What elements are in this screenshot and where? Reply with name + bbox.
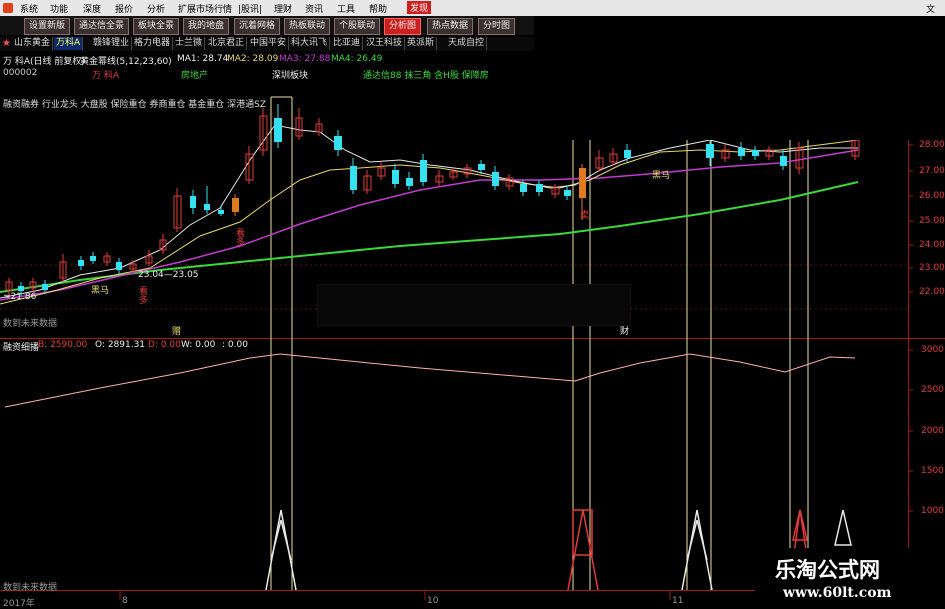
sub-tick: 3000 — [921, 345, 944, 355]
sub-tick: 1500 — [921, 466, 944, 476]
marker-label: 财 — [620, 327, 630, 337]
price-tick: 28.00 — [919, 140, 945, 150]
buy-signal-label: 看多 — [137, 286, 147, 304]
sub-indicator-name: 融资细播 — [3, 343, 40, 353]
stock-name-period: 万 科A(日线 前复权) — [3, 57, 85, 67]
price-tick: 25.00 — [919, 216, 945, 226]
watermark: 乐淘公式网 www.60lt.com — [755, 548, 945, 609]
redaction-block-top-right — [534, 16, 945, 140]
black-horse-label: 黑马 — [652, 171, 671, 181]
region-label: 深圳板块 — [272, 71, 309, 81]
future-data-label: 数到未来数据 — [3, 583, 58, 593]
industry-label: 房地产 — [181, 71, 209, 81]
time-axis-tick-label: 10 — [427, 596, 439, 606]
stock-name-short: 万 科A — [92, 71, 120, 81]
time-axis-tick-label: 11 — [672, 596, 684, 606]
time-axis-year: 2017年 — [3, 599, 35, 609]
time-axis-tick-label: 8 — [122, 596, 128, 606]
redaction-block-middle — [317, 284, 631, 326]
ma1-value: MA1: 28.74 — [177, 54, 229, 64]
future-data-label: 数到未来数据 — [3, 319, 58, 329]
ma-green-line — [0, 181, 859, 293]
ma2-value: MA2: 28.09 — [227, 54, 279, 64]
ma-purple-line — [0, 149, 859, 301]
range-price-label: 23.04—23.05 — [138, 270, 199, 280]
ma3-value: MA3: 27.88 — [279, 54, 331, 64]
price-tick: 22.00 — [919, 287, 945, 297]
black-horse-label: 黑马 — [91, 286, 110, 296]
price-tick: 26.00 — [919, 191, 945, 201]
sub-value-w: W: 0.00 — [181, 340, 216, 350]
price-tick: 23.00 — [919, 263, 945, 273]
watermark-url: www.60lt.com — [783, 585, 892, 601]
sub-tick: 1000 — [921, 506, 944, 516]
time-axis-ticks — [119, 590, 671, 600]
buy-signal-label: 看多 — [234, 228, 244, 246]
sell-signal-label: 卖 — [580, 211, 590, 221]
stock-tags: 融资融券 行业龙头 大盘股 保险重仓 券商重仓 基金重仓 深港通SZ — [3, 100, 267, 110]
price-tick: 24.00 — [919, 240, 945, 250]
marker-label: 赠 — [172, 327, 182, 337]
concepts-label: 通达信88 抹三角 含H股 保障房 — [363, 71, 489, 81]
stock-code: 000002 — [3, 68, 38, 78]
sub-value-o: O: 2891.31 — [95, 340, 146, 350]
sub-value-b: B: 2590.00 — [38, 340, 88, 350]
sub-tick: 2000 — [921, 426, 944, 436]
low-price-label: =21.86 — [3, 292, 37, 302]
sub-indicator-line — [4, 353, 856, 408]
price-tick: 27.00 — [919, 166, 945, 176]
sub-value-extra: : 0.00 — [222, 340, 248, 350]
ma4-value: MA4: 26.49 — [331, 54, 383, 64]
indicator-name: 黄金幂线(5,12,23,60) — [80, 57, 172, 67]
watermark-title: 乐淘公式网 — [775, 557, 880, 582]
sub-tick: 2500 — [921, 385, 944, 395]
sub-value-d: D: 0.00 — [148, 340, 181, 350]
